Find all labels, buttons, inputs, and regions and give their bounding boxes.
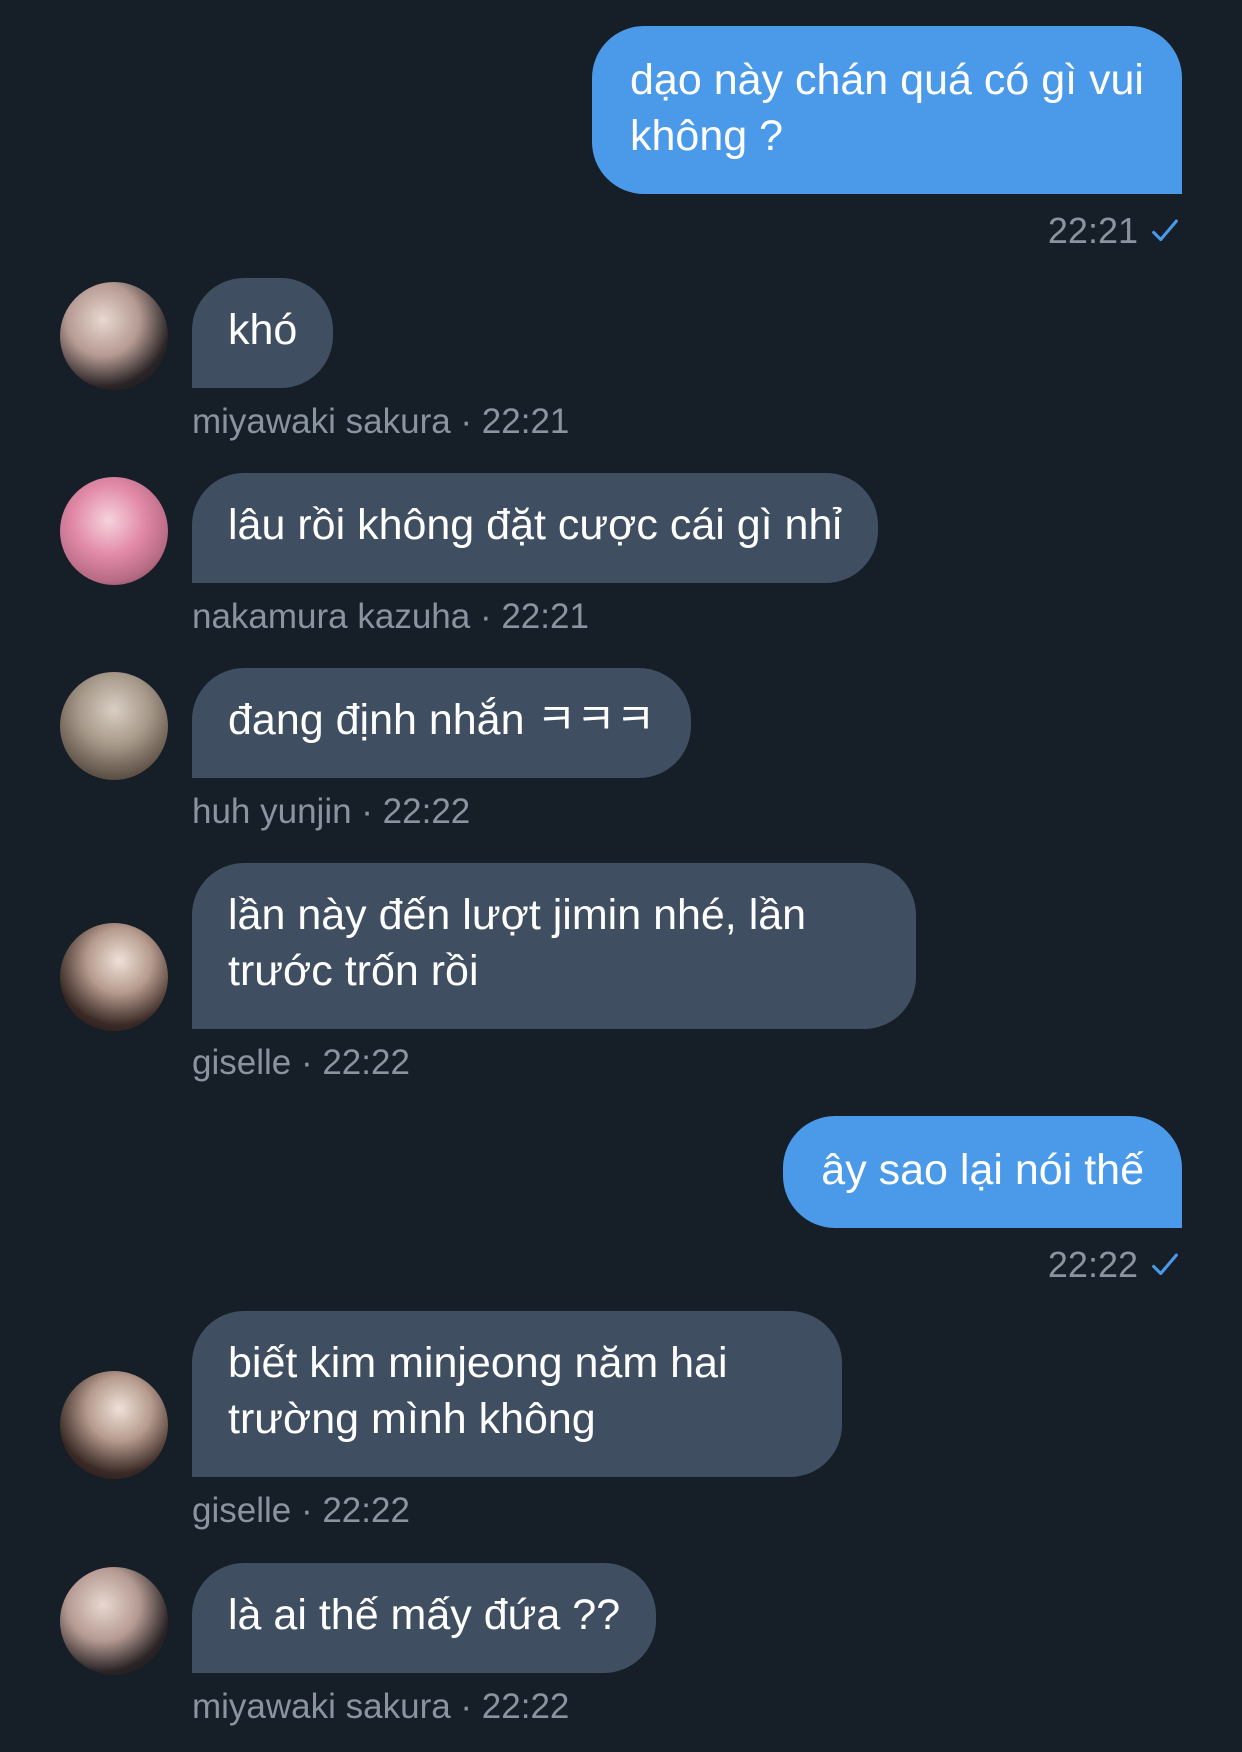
outgoing-message[interactable]: ây sao lại nói thế 22:22 — [783, 1116, 1182, 1286]
incoming-message[interactable]: lần này đến lượt jimin nhé, lần trước tr… — [60, 863, 916, 1083]
incoming-message[interactable]: đang định nhắn ㅋㅋㅋ huh yunjin · 22:22 — [60, 668, 692, 832]
chat-screen: dạo này chán quá có gì vui không ? 22:21… — [0, 0, 1242, 1752]
avatar-sakura[interactable] — [60, 1567, 168, 1675]
incoming-bubble[interactable]: lâu rồi không đặt cược cái gì nhỉ — [192, 473, 878, 583]
incoming-bubble[interactable]: khó — [192, 278, 334, 388]
sender-meta: miyawaki sakura · 22:21 — [192, 402, 570, 441]
incoming-bubble[interactable]: là ai thế mấy đứa ?? — [192, 1563, 657, 1673]
incoming-message[interactable]: khó miyawaki sakura · 22:21 — [60, 278, 569, 442]
sender-meta: giselle · 22:22 — [192, 1043, 410, 1082]
message-meta: 22:22 — [1048, 1244, 1182, 1286]
outgoing-message[interactable]: dạo này chán quá có gì vui không ? 22:21 — [592, 26, 1182, 252]
sender-meta: giselle · 22:22 — [192, 1491, 410, 1530]
avatar-yunjin[interactable] — [60, 672, 168, 780]
message-meta: 22:21 — [1048, 210, 1182, 252]
sender-meta: huh yunjin · 22:22 — [192, 792, 471, 831]
incoming-bubble[interactable]: biết kim minjeong năm hai trường mình kh… — [192, 1311, 842, 1477]
sender-meta: nakamura kazuha · 22:21 — [192, 597, 589, 636]
message-time: 22:21 — [1047, 210, 1138, 251]
message-time: 22:22 — [1047, 1244, 1138, 1285]
avatar-giselle[interactable] — [60, 1371, 168, 1479]
outgoing-bubble[interactable]: ây sao lại nói thế — [783, 1116, 1182, 1228]
avatar-giselle[interactable] — [60, 923, 168, 1031]
check-icon — [1152, 1253, 1178, 1276]
incoming-bubble[interactable]: lần này đến lượt jimin nhé, lần trước tr… — [192, 863, 916, 1029]
avatar-sakura[interactable] — [60, 282, 168, 390]
incoming-message[interactable]: biết kim minjeong năm hai trường mình kh… — [60, 1311, 842, 1531]
sender-meta: miyawaki sakura · 22:22 — [192, 1687, 570, 1726]
check-icon — [1152, 219, 1178, 242]
outgoing-bubble[interactable]: dạo này chán quá có gì vui không ? — [592, 26, 1182, 194]
incoming-message[interactable]: lâu rồi không đặt cược cái gì nhỉ nakamu… — [60, 473, 878, 637]
incoming-message[interactable]: là ai thế mấy đứa ?? miyawaki sakura · 2… — [60, 1563, 657, 1727]
avatar-kazuha[interactable] — [60, 477, 168, 585]
incoming-bubble[interactable]: đang định nhắn ㅋㅋㅋ — [192, 668, 692, 778]
